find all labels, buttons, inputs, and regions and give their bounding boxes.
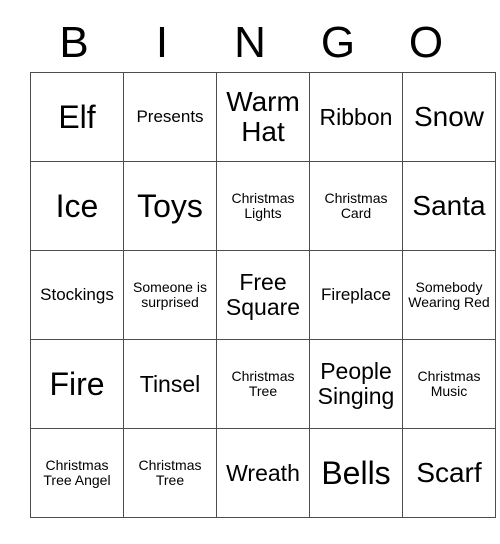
- bingo-cell-label: Ribbon: [319, 103, 393, 130]
- bingo-grid: Elf Presents Warm Hat Ribbon Snow Ice To…: [30, 72, 496, 518]
- bingo-cell[interactable]: Wreath: [216, 428, 310, 518]
- bingo-cell-label: Wreath: [226, 459, 300, 486]
- bingo-cell[interactable]: Ice: [30, 161, 124, 251]
- bingo-header-letter-n: N: [234, 18, 266, 67]
- bingo-cell[interactable]: Christmas Tree Angel: [30, 428, 124, 518]
- bingo-cell-label: Elf: [58, 98, 96, 135]
- bingo-cell-label: Warm Hat: [226, 85, 300, 147]
- bingo-cell[interactable]: Warm Hat: [216, 72, 310, 162]
- bingo-cell-label: Someone is surprised: [133, 278, 207, 310]
- bingo-header-letter-i: I: [155, 18, 169, 67]
- bingo-cell-label: Tinsel: [139, 370, 201, 397]
- bingo-cell-label: Presents: [136, 106, 204, 126]
- bingo-cell-label: Free Square: [225, 269, 301, 320]
- bingo-cell[interactable]: Santa: [402, 161, 496, 251]
- bingo-cell[interactable]: Fire: [30, 339, 124, 429]
- bingo-cell[interactable]: Somebody Wearing Red: [402, 250, 496, 340]
- bingo-cell-label: Santa: [412, 189, 486, 221]
- bingo-row: Ice Toys Christmas Lights Christmas Card…: [30, 161, 496, 251]
- bingo-cell[interactable]: Christmas Tree: [123, 428, 217, 518]
- bingo-cell[interactable]: Christmas Card: [309, 161, 403, 251]
- bingo-cell[interactable]: Scarf: [402, 428, 496, 518]
- bingo-cell-label: Scarf: [416, 456, 482, 488]
- bingo-cell[interactable]: Christmas Lights: [216, 161, 310, 251]
- bingo-cell[interactable]: Someone is surprised: [123, 250, 217, 340]
- bingo-cell-label: Christmas Tree: [231, 367, 295, 399]
- bingo-row: Fire Tinsel Christmas Tree People Singin…: [30, 339, 496, 429]
- bingo-cell-free[interactable]: Free Square: [216, 250, 310, 340]
- bingo-cell-label: Snow: [413, 100, 485, 132]
- bingo-cell[interactable]: People Singing: [309, 339, 403, 429]
- bingo-header-row: B I N G O: [30, 14, 470, 72]
- bingo-cell[interactable]: Ribbon: [309, 72, 403, 162]
- bingo-cell-label: Christmas Music: [417, 367, 481, 399]
- bingo-cell-label: Bells: [321, 454, 391, 491]
- bingo-cell-label: People Singing: [317, 358, 395, 409]
- bingo-row: Christmas Tree Angel Christmas Tree Wrea…: [30, 428, 496, 518]
- bingo-header-letter-g: G: [320, 18, 356, 67]
- bingo-cell[interactable]: Toys: [123, 161, 217, 251]
- bingo-cell-label: Christmas Card: [324, 189, 388, 221]
- bingo-cell[interactable]: Fireplace: [309, 250, 403, 340]
- bingo-cell-label: Christmas Tree Angel: [43, 456, 111, 488]
- bingo-cell[interactable]: Presents: [123, 72, 217, 162]
- bingo-cell[interactable]: Tinsel: [123, 339, 217, 429]
- bingo-cell[interactable]: Christmas Music: [402, 339, 496, 429]
- bingo-cell-label: Toys: [137, 187, 203, 224]
- bingo-row: Stockings Someone is surprised Free Squa…: [30, 250, 496, 340]
- bingo-cell-label: Ice: [55, 187, 99, 224]
- bingo-cell-label: Christmas Lights: [231, 189, 295, 221]
- bingo-cell[interactable]: Snow: [402, 72, 496, 162]
- bingo-cell-label: Stockings: [40, 284, 114, 304]
- bingo-cell[interactable]: Christmas Tree: [216, 339, 310, 429]
- bingo-cell-label: Somebody Wearing Red: [408, 278, 490, 310]
- bingo-cell[interactable]: Elf: [30, 72, 124, 162]
- bingo-cell-label: Fire: [49, 365, 105, 402]
- bingo-cell-label: Christmas Tree: [138, 456, 202, 488]
- bingo-row: Elf Presents Warm Hat Ribbon Snow: [30, 72, 496, 162]
- bingo-cell-label: Fireplace: [321, 284, 391, 304]
- bingo-cell[interactable]: Bells: [309, 428, 403, 518]
- bingo-card: B I N G O Elf Presents Warm Hat Ribbon S…: [30, 14, 496, 518]
- bingo-header-letter-b: B: [59, 18, 89, 67]
- bingo-cell[interactable]: Stockings: [30, 250, 124, 340]
- bingo-header-letter-o: O: [408, 18, 444, 67]
